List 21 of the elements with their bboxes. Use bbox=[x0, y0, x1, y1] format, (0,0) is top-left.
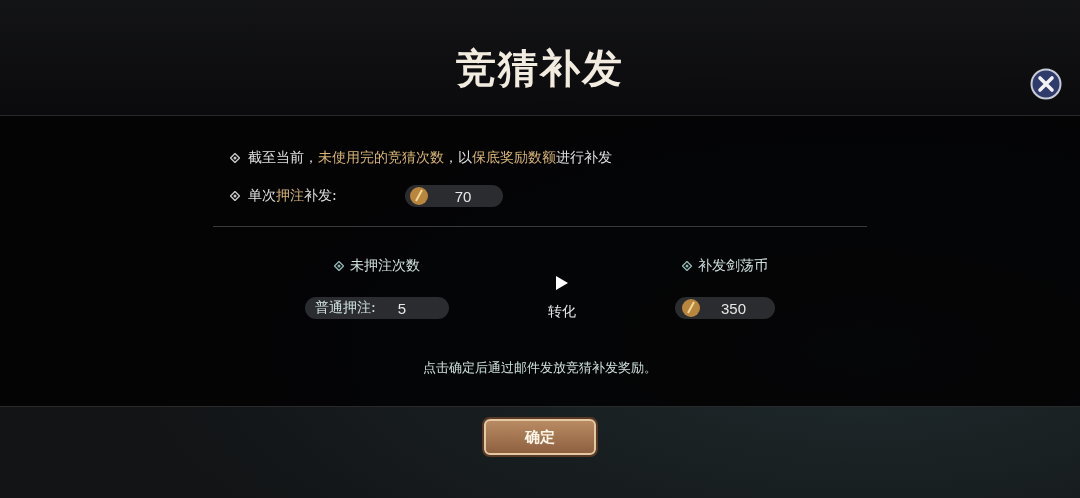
bullet-icon bbox=[334, 261, 344, 271]
close-button[interactable] bbox=[1030, 68, 1062, 100]
play-arrow-icon bbox=[555, 275, 569, 291]
footnote-text: 点击确定后通过邮件发放竞猜补发奖励。 bbox=[423, 359, 657, 377]
coin-icon bbox=[681, 298, 701, 318]
amount-text: 70 bbox=[454, 187, 472, 205]
bullet-icon bbox=[682, 261, 692, 271]
close-icon bbox=[1030, 68, 1062, 100]
count-text: 5 bbox=[397, 299, 407, 317]
note-text: 单次押注补发: bbox=[248, 187, 337, 205]
coin-icon bbox=[408, 186, 429, 206]
confirm-button[interactable]: 确定 bbox=[484, 419, 596, 455]
bullet-icon bbox=[230, 153, 240, 163]
bet-label: 普通押注: bbox=[315, 299, 376, 317]
dialog-title: 竞猜补发 bbox=[456, 43, 624, 93]
section-heading: 补发剑荡币 bbox=[698, 257, 768, 275]
note-text: 截至当前，未使用完的竞猜次数，以保底奖励数额进行补发 bbox=[248, 149, 612, 167]
bullet-icon bbox=[230, 191, 240, 201]
amount-text: 350 bbox=[721, 299, 747, 317]
section-heading: 未押注次数 bbox=[350, 257, 420, 275]
convert-label: 转化 bbox=[548, 303, 576, 321]
